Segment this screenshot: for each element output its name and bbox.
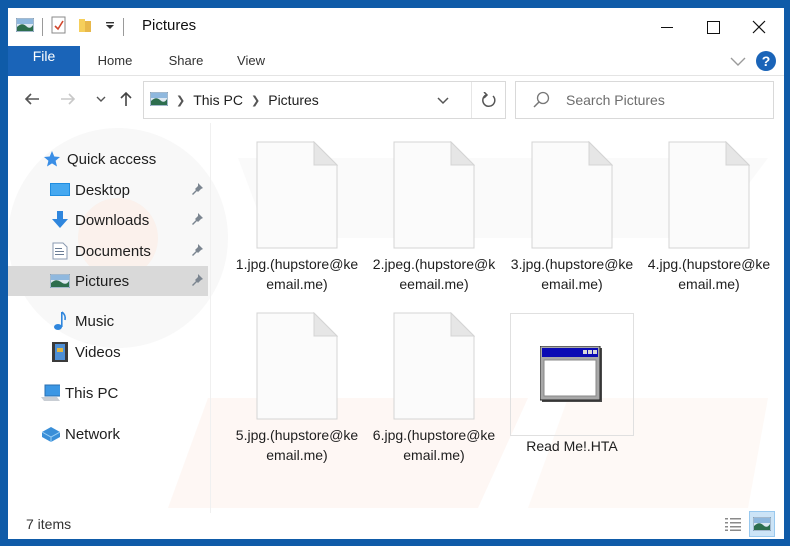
address-bar[interactable]: ❯ This PC ❯ Pictures	[143, 81, 506, 119]
pane-divider[interactable]	[210, 123, 211, 513]
sidebar-item-videos[interactable]: Videos	[8, 337, 208, 367]
pictures-folder-icon	[15, 17, 35, 37]
blank-file-icon	[256, 312, 338, 420]
documents-icon	[50, 241, 70, 261]
sidebar-item-pictures[interactable]: Pictures	[8, 266, 208, 296]
large-icons-view-icon	[753, 517, 771, 531]
ribbon-tabs: File Home Share View ?	[8, 46, 784, 76]
minimize-icon	[661, 27, 673, 28]
details-view-button[interactable]	[721, 512, 745, 536]
blank-file-icon	[668, 141, 750, 249]
customize-toolbar-dropdown-icon[interactable]	[105, 18, 115, 36]
file-item[interactable]: Read Me!.HTA	[507, 313, 637, 456]
recent-locations-chevron-icon[interactable]	[91, 89, 111, 109]
maximize-button[interactable]	[690, 8, 736, 46]
sidebar-item-network[interactable]: Network	[8, 419, 208, 449]
pin-icon[interactable]	[190, 182, 204, 200]
refresh-button[interactable]	[471, 82, 506, 118]
sidebar-item-documents[interactable]: Documents	[8, 236, 208, 266]
file-item[interactable]: 5.jpg.(hupstore@keemail.me)	[232, 307, 362, 465]
blank-file-icon	[531, 141, 613, 249]
computer-icon	[40, 383, 60, 403]
blank-file-icon	[393, 312, 475, 420]
sidebar-item-desktop[interactable]: Desktop	[8, 175, 208, 205]
sidebar-item-music[interactable]: Music	[8, 306, 208, 336]
blank-file-icon	[393, 141, 475, 249]
desktop-icon	[50, 180, 70, 200]
close-button[interactable]	[736, 8, 782, 46]
pictures-location-icon	[149, 91, 169, 109]
star-icon	[42, 149, 62, 169]
file-item[interactable]: 4.jpg.(hupstore@keemail.me)	[644, 136, 774, 294]
tab-share[interactable]: Share	[158, 46, 214, 76]
details-view-icon	[725, 518, 741, 531]
pin-icon[interactable]	[190, 212, 204, 230]
file-list: 1.jpg.(hupstore@keemail.me) 2.jpeg.(hups…	[220, 130, 780, 510]
pin-icon[interactable]	[190, 243, 204, 261]
breadcrumb-separator-icon[interactable]: ❯	[251, 94, 260, 107]
new-folder-icon[interactable]	[77, 17, 93, 38]
search-input[interactable]	[566, 90, 766, 110]
quick-access-toolbar	[15, 16, 132, 39]
tab-file[interactable]: File	[8, 46, 80, 76]
search-box[interactable]	[515, 81, 774, 119]
minimize-button[interactable]	[644, 8, 690, 46]
pictures-icon	[50, 271, 70, 291]
music-icon	[50, 311, 70, 331]
videos-icon	[50, 342, 70, 362]
tab-home[interactable]: Home	[86, 46, 144, 76]
navigation-pane: Quick access Desktop Downloads Documents…	[8, 140, 210, 510]
address-history-chevron-icon[interactable]	[436, 91, 450, 114]
status-bar: 7 items	[8, 510, 784, 539]
search-icon	[532, 91, 550, 114]
refresh-icon	[482, 92, 496, 108]
hta-app-icon	[540, 345, 602, 402]
file-explorer-window: Pictures File Home Share View ? ❯ This P…	[8, 8, 784, 539]
pin-icon[interactable]	[190, 273, 204, 291]
large-icons-view-button[interactable]	[749, 511, 775, 537]
help-button[interactable]: ?	[756, 51, 776, 71]
close-icon	[752, 20, 766, 34]
expand-ribbon-chevron-icon[interactable]	[730, 54, 746, 72]
breadcrumb-pictures[interactable]: Pictures	[268, 92, 319, 108]
item-count: 7 items	[26, 516, 72, 532]
file-item[interactable]: 2.jpeg.(hupstore@keemail.me)	[369, 136, 499, 294]
back-arrow-icon[interactable]	[22, 89, 42, 109]
sidebar-item-downloads[interactable]: Downloads	[8, 205, 208, 235]
window-title: Pictures	[142, 17, 197, 34]
blank-file-icon	[256, 141, 338, 249]
file-item[interactable]: 1.jpg.(hupstore@keemail.me)	[232, 136, 362, 294]
maximize-icon	[706, 20, 720, 34]
navigation-bar: ❯ This PC ❯ Pictures	[8, 77, 784, 123]
breadcrumb-separator-icon[interactable]: ❯	[176, 94, 185, 107]
breadcrumb-this-pc[interactable]: This PC	[193, 92, 243, 108]
breadcrumb: ❯ This PC ❯ Pictures	[148, 82, 319, 118]
file-item[interactable]: 3.jpg.(hupstore@keemail.me)	[507, 136, 637, 294]
properties-icon[interactable]	[51, 16, 67, 39]
sidebar-item-this-pc[interactable]: This PC	[8, 378, 208, 408]
forward-arrow-icon[interactable]	[58, 89, 78, 109]
sidebar-item-quick-access[interactable]: Quick access	[8, 144, 208, 174]
file-item[interactable]: 6.jpg.(hupstore@keemail.me)	[369, 307, 499, 465]
tab-view[interactable]: View	[226, 46, 276, 76]
up-arrow-icon[interactable]	[116, 89, 136, 109]
title-bar: Pictures	[8, 8, 784, 46]
network-icon	[40, 424, 60, 444]
download-icon	[50, 210, 70, 230]
